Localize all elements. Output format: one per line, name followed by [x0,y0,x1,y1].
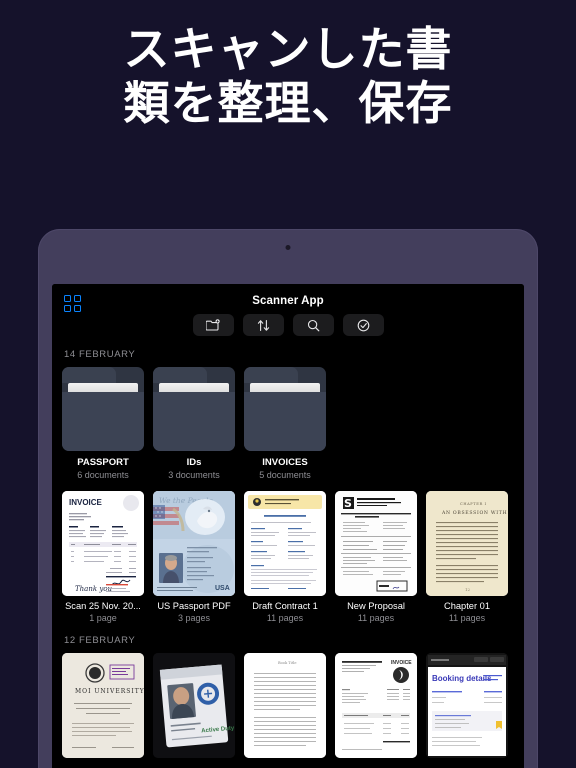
document-thumbnail: Booking details [426,653,508,758]
document-pages: 3 pages [177,613,211,623]
page-title: Scanner App [252,295,324,307]
svg-text:S: S [344,497,352,510]
svg-text:Booking details: Booking details [432,674,492,683]
document-item-certificate[interactable]: MOI UNIVERSITY [62,653,144,765]
document-thumbnail: MOI UNIVERSITY [62,653,144,758]
document-row: INVOICE Thank you Scan 25 Nov. 20... 1 p… [62,491,514,623]
document-item-draft-contract[interactable]: Draft Contract 1 11 pages [244,491,326,623]
sort-button[interactable] [242,314,284,336]
document-pages: 11 pages [357,613,395,623]
document-thumbnail: INVOICE [62,491,144,596]
svg-text:INVOICE: INVOICE [391,660,412,666]
document-thumbnail: INVOICE [335,653,417,758]
document-item-new-proposal[interactable]: S New Proposal 11 pages [335,491,417,623]
document-item-idcard[interactable]: Active Duty [153,653,235,765]
document-pages: 11 pages [448,613,486,623]
svg-text:12: 12 [465,587,471,592]
document-thumbnail: S [335,491,417,596]
folder-name: PASSPORT [77,457,129,468]
document-name: US Passport PDF [157,601,231,611]
check-circle-icon [357,319,369,331]
folder-count: 5 documents [259,470,311,480]
select-button[interactable] [342,314,384,336]
section-date-14-february: 14 FEBRUARY [64,349,136,360]
document-row: MOI UNIVERSITY Active Duty Book Title IN… [62,653,514,765]
new-folder-button[interactable] [192,314,234,336]
document-thumbnail: Book Title [244,653,326,758]
folder-icon [62,367,144,451]
documents-list: 14 FEBRUARY PASSPORT 6 documents IDs 3 d… [52,340,524,765]
document-thumbnail: CHAPTER I AN OBSESSION WITH TIME [426,491,508,596]
document-pages: 1 page [89,613,117,623]
folder-count: 3 documents [168,470,220,480]
svg-text:AN OBSESSION WITH TIME: AN OBSESSION WITH TIME [441,510,508,516]
document-name: Chapter 01 [444,601,490,611]
document-item-us-passport[interactable]: We the People USA US Passport PDF 3 page… [153,491,235,623]
document-thumbnail: Active Duty [153,653,235,758]
document-item-booking[interactable]: Booking details [426,653,508,765]
document-name: New Proposal [347,601,405,611]
folder-item-passport[interactable]: PASSPORT 6 documents [62,367,144,480]
passport-caption: USA [215,585,230,592]
folder-name: INVOICES [262,457,308,468]
document-name: Scan 25 Nov. 20... [65,601,141,611]
folder-row: PASSPORT 6 documents IDs 3 documents INV… [62,367,514,480]
tablet-device: Scanner App 14 FEBRUARY PASSPORT 6 docum… [38,229,538,768]
folder-plus-icon [206,319,220,331]
folder-icon [244,367,326,451]
svg-text:INVOICE: INVOICE [69,498,103,507]
document-item-chapter-01[interactable]: CHAPTER I AN OBSESSION WITH TIME [426,491,508,623]
camera-icon [285,245,291,250]
document-name: Draft Contract 1 [252,601,318,611]
app-header: Scanner App [52,284,524,341]
document-item-scan-25-nov[interactable]: INVOICE Thank you Scan 25 Nov. 20... 1 p… [62,491,144,623]
search-icon [307,319,319,331]
tablet-screen: Scanner App 14 FEBRUARY PASSPORT 6 docum… [52,284,524,768]
section-date-12-february: 12 FEBRUARY [64,635,136,646]
folder-icon [153,367,235,451]
document-item-text-page[interactable]: Book Title [244,653,326,765]
folder-count: 6 documents [77,470,129,480]
page-headline: スキャンした書 類を整理、保存 [123,22,453,131]
folder-name: IDs [186,457,202,468]
svg-text:MOI UNIVERSITY: MOI UNIVERSITY [75,688,144,695]
document-pages: 11 pages [266,613,304,623]
document-thumbnail [244,491,326,596]
document-item-invoice2[interactable]: INVOICE [335,653,417,765]
folder-item-ids[interactable]: IDs 3 documents [153,367,235,480]
search-button[interactable] [292,314,334,336]
svg-text:CHAPTER I: CHAPTER I [460,502,487,506]
svg-text:Book Title: Book Title [278,661,297,665]
sort-arrows-icon [257,319,269,331]
toolbar [52,314,524,336]
document-thumbnail: We the People USA [153,491,235,596]
folder-item-invoices[interactable]: INVOICES 5 documents [244,367,326,480]
